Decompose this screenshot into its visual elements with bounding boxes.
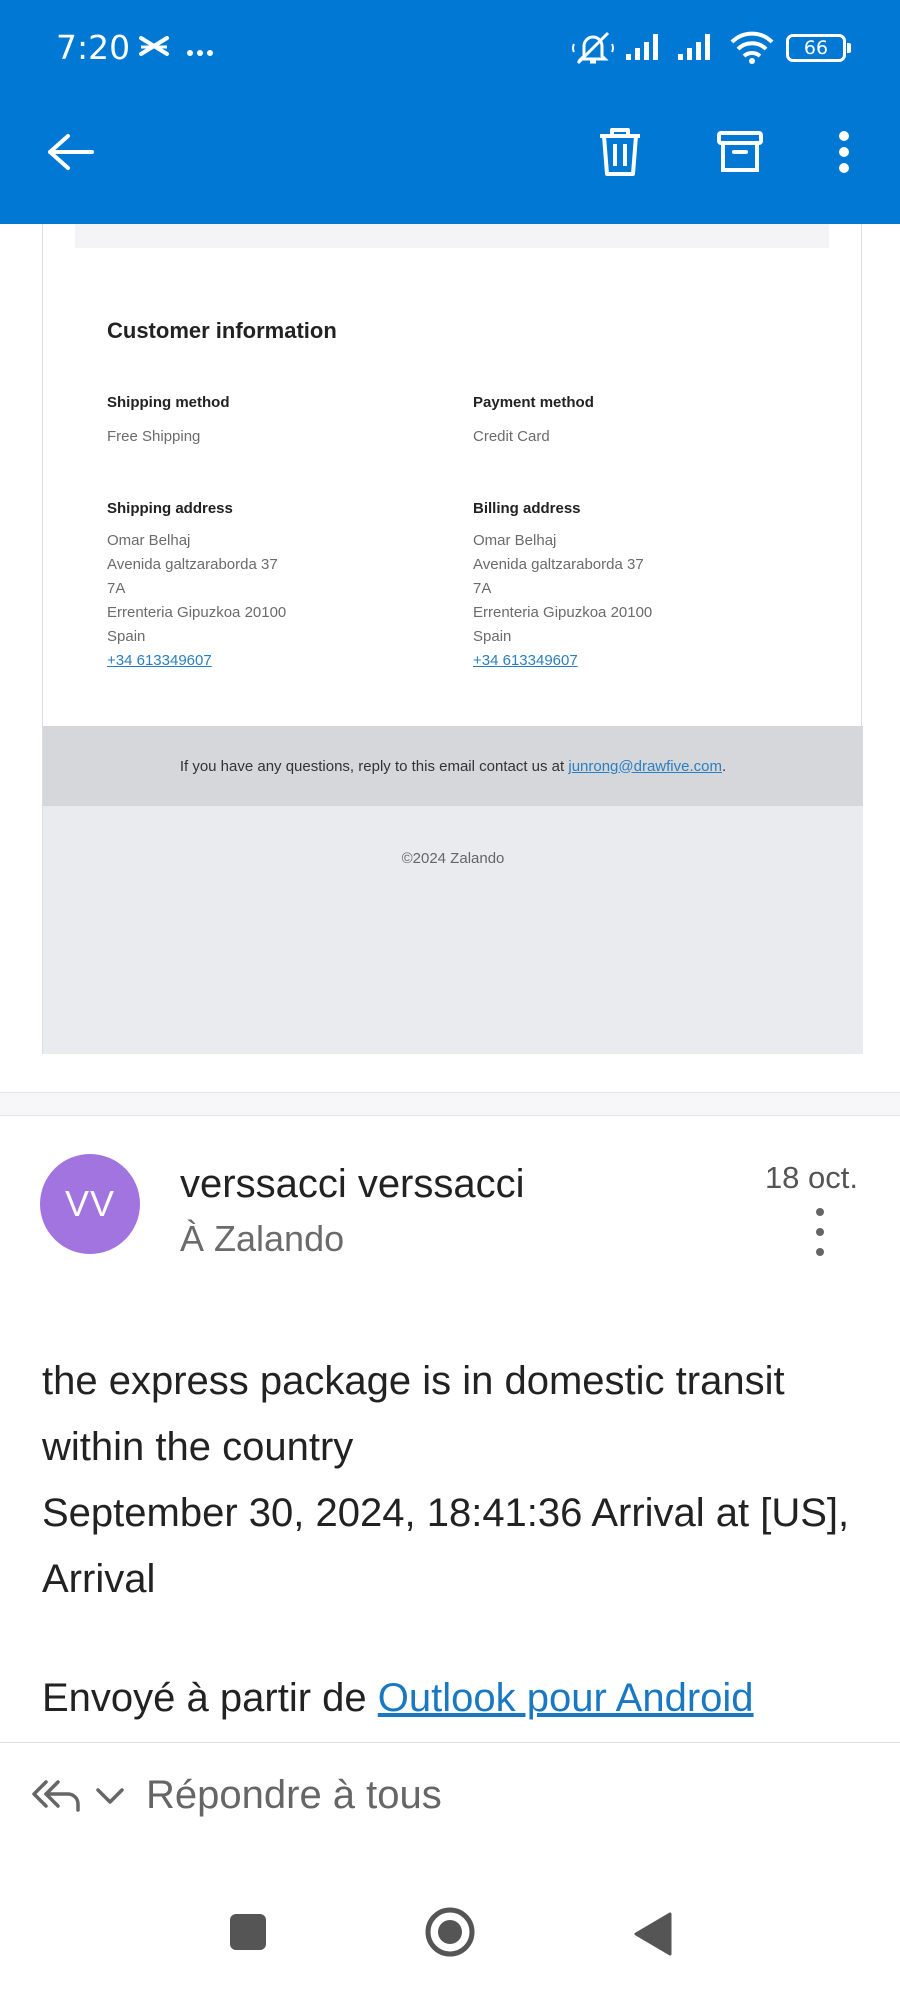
payment-method-section: Payment method Credit Card [473, 394, 813, 449]
payment-method-label: Payment method [473, 394, 594, 411]
body-line: the express package is in domestic trans… [42, 1359, 785, 1469]
dot [816, 1228, 824, 1236]
archive-button[interactable] [712, 124, 768, 180]
home-button[interactable] [424, 1906, 476, 1963]
wifi-icon [730, 30, 774, 69]
shipping-method-value: Free Shipping [107, 428, 201, 445]
dot [816, 1248, 824, 1256]
signal-icon [626, 32, 666, 67]
avatar[interactable]: VV [40, 1154, 140, 1254]
address-line: 7A [107, 580, 126, 597]
shipping-address-section: Shipping address Omar Belhaj Avenida gal… [107, 500, 447, 673]
address-line: Avenida galtzaraborda 37 [107, 556, 278, 573]
billing-address-label: Billing address [473, 500, 581, 517]
signature-prefix: Envoyé à partir de [42, 1676, 378, 1720]
home-icon [425, 1907, 475, 1957]
system-nav-bar [0, 1862, 900, 2000]
back-button[interactable] [42, 124, 98, 180]
address-line: 7A [473, 580, 492, 597]
contact-email-link[interactable]: junrong@drawfive.com [568, 758, 722, 775]
email-content-card: Customer information Shipping method Fre… [42, 224, 863, 1054]
address-line: Spain [107, 628, 146, 645]
sender-name[interactable]: verssacci verssacci [180, 1162, 525, 1207]
billing-phone-link[interactable]: +34 613349607 [473, 649, 578, 673]
more-notifications-icon [186, 44, 214, 62]
shipping-phone-link[interactable]: +34 613349607 [107, 649, 212, 673]
address-line: Omar Belhaj [107, 532, 191, 549]
address-line: Errenteria Gipuzkoa 20100 [473, 604, 653, 621]
mute-icon [572, 30, 614, 71]
payment-method-value: Credit Card [473, 428, 550, 445]
archive-icon [717, 131, 763, 172]
contact-footer: If you have any questions, reply to this… [43, 726, 863, 806]
reply-bar: Répondre à tous [0, 1742, 900, 1862]
chevron-down-icon[interactable] [92, 1784, 128, 1808]
delete-button[interactable] [592, 124, 648, 180]
body-line: September 30, 2024, 18:41:36 Arrival at … [42, 1491, 850, 1601]
shipping-address-label: Shipping address [107, 500, 233, 517]
message-body: the express package is in domestic trans… [42, 1348, 862, 1612]
status-bar: 7:20 66 [0, 0, 900, 98]
more-vert-icon [839, 131, 849, 173]
address-line: Avenida galtzaraborda 37 [473, 556, 644, 573]
nav-back-button[interactable] [632, 1912, 672, 1961]
recipient-line[interactable]: À Zalando [180, 1218, 344, 1260]
recent-apps-button[interactable] [228, 1912, 268, 1957]
address-line: Errenteria Gipuzkoa 20100 [107, 604, 287, 621]
back-icon [634, 1912, 672, 1956]
message-date: 18 oct. [764, 1160, 858, 1195]
signal-icon [678, 32, 718, 67]
email-footer: ©2024 Zalando [43, 806, 863, 1054]
top-app-bar: 7:20 66 [0, 0, 900, 224]
contact-text: If you have any questions, reply to this… [179, 757, 565, 775]
shipping-method-label: Shipping method [107, 394, 230, 411]
message-more-button[interactable] [804, 1208, 836, 1256]
more-options-button[interactable] [816, 124, 872, 180]
shipping-method-section: Shipping method Free Shipping [107, 394, 447, 449]
reply-all-icon [32, 1779, 80, 1812]
recent-apps-icon [230, 1914, 266, 1950]
address-line: Omar Belhaj [473, 532, 557, 549]
content-divider [75, 224, 829, 248]
back-arrow-icon [48, 134, 94, 170]
address-line: Spain [473, 628, 512, 645]
battery-icon: 66 [786, 34, 851, 62]
dot [816, 1208, 824, 1216]
reply-all-button[interactable]: Répondre à tous [30, 1773, 442, 1818]
reply-all-label[interactable]: Répondre à tous [146, 1773, 442, 1818]
copyright-text: ©2024 Zalando [401, 850, 505, 867]
status-time: 7:20 [56, 28, 131, 67]
outlook-android-link[interactable]: Outlook pour Android [378, 1676, 754, 1720]
trash-icon [600, 128, 640, 176]
customer-info-heading: Customer information [107, 318, 337, 343]
contact-text-end: . [722, 757, 727, 775]
capcut-icon [138, 34, 170, 65]
billing-address-section: Billing address Omar Belhaj Avenida galt… [473, 500, 813, 673]
message-separator [0, 1092, 900, 1116]
email-signature: Envoyé à partir de Outlook pour Android [42, 1676, 754, 1721]
